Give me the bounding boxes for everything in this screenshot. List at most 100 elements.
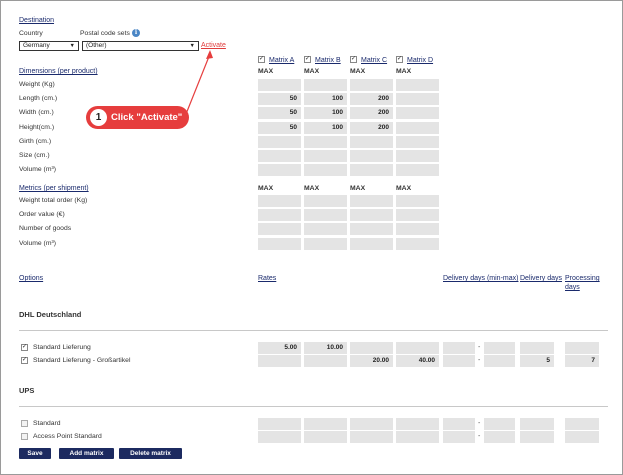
delivery-max-input[interactable] (484, 431, 515, 443)
delivery-max-input[interactable] (484, 418, 515, 430)
rate-input[interactable] (258, 431, 301, 443)
processing-days-input[interactable] (565, 431, 599, 443)
delivery-min-input[interactable] (443, 418, 475, 430)
matrix-value-input[interactable] (350, 237, 393, 250)
delivery-max-input[interactable] (484, 355, 515, 367)
rate-input[interactable]: 10.00 (304, 342, 347, 354)
matrix-value-input[interactable]: 100 (304, 107, 347, 120)
service-checkbox[interactable]: ✓ (21, 357, 28, 364)
matrix-value-input[interactable] (396, 195, 439, 207)
processing-days-input[interactable] (565, 342, 599, 354)
matrix-value-input[interactable] (304, 209, 347, 222)
matrix-value-input[interactable]: 50 (258, 107, 301, 120)
rate-input[interactable] (304, 355, 347, 367)
service-checkbox[interactable] (21, 433, 28, 440)
save-button[interactable]: Save (19, 448, 51, 459)
rate-input[interactable] (350, 431, 393, 443)
matrix-value-input[interactable] (350, 79, 393, 91)
delivery-min-input[interactable] (443, 431, 475, 443)
matrix-value-input[interactable]: 100 (304, 121, 347, 134)
rate-input[interactable] (396, 431, 439, 443)
delete-matrix-button[interactable]: Delete matrix (119, 448, 182, 459)
delivery-max-input[interactable] (484, 342, 515, 354)
divider (19, 406, 608, 407)
rate-input[interactable] (304, 431, 347, 443)
matrix-value-input[interactable] (304, 135, 347, 148)
matrix-value-input[interactable] (396, 135, 439, 148)
matrix-value-input[interactable] (396, 150, 439, 162)
matrix-value-input[interactable] (396, 209, 439, 222)
matrix-value-input[interactable]: 200 (350, 107, 393, 120)
matrix-value-input[interactable] (304, 237, 347, 250)
info-icon[interactable]: i (132, 29, 140, 37)
matrix-checkbox[interactable]: ✓ (304, 56, 311, 63)
matrix-value-input[interactable] (258, 164, 301, 177)
matrix-value-input[interactable] (258, 209, 301, 222)
matrix-value-input[interactable] (258, 195, 301, 207)
matrix-value-input[interactable] (304, 164, 347, 177)
matrix-value-input[interactable] (350, 150, 393, 162)
delivery-days-input[interactable] (520, 418, 554, 430)
matrix-value-input[interactable] (304, 223, 347, 236)
rate-input[interactable] (258, 418, 301, 430)
add-matrix-button[interactable]: Add matrix (59, 448, 114, 459)
matrix-value-input[interactable] (258, 223, 301, 236)
delivery-days-input[interactable]: 5 (520, 355, 554, 367)
matrix-value-input[interactable] (258, 150, 301, 162)
matrix-value-input[interactable] (258, 135, 301, 148)
matrix-value-input[interactable] (258, 79, 301, 91)
matrix-header-label[interactable]: Matrix B (315, 57, 341, 64)
matrix-value-input[interactable] (350, 223, 393, 236)
country-select[interactable]: Germany ▼ (19, 41, 79, 51)
matrix-value-input[interactable] (396, 223, 439, 236)
field-label: Weight total order (Kg) (19, 197, 88, 204)
matrix-value-input[interactable]: 50 (258, 93, 301, 106)
matrix-value-input[interactable]: 50 (258, 121, 301, 134)
options-header: Options (19, 275, 44, 282)
matrix-value-input[interactable] (396, 93, 439, 106)
rate-input[interactable] (304, 418, 347, 430)
matrix-value-input[interactable] (396, 121, 439, 134)
matrix-value-input[interactable]: 200 (350, 121, 393, 134)
matrix-header-label[interactable]: Matrix A (269, 57, 294, 64)
matrix-value-input[interactable]: 200 (350, 93, 393, 106)
matrix-value-input[interactable]: 100 (304, 93, 347, 106)
chevron-down-icon: ▼ (69, 43, 75, 49)
matrix-value-input[interactable] (396, 107, 439, 120)
matrix-value-input[interactable] (396, 237, 439, 250)
callout-number: 1 (90, 109, 107, 126)
processing-days-input[interactable]: 7 (565, 355, 599, 367)
matrix-value-input[interactable] (304, 195, 347, 207)
matrix-checkbox[interactable]: ✓ (350, 56, 357, 63)
matrix-value-input[interactable] (304, 150, 347, 162)
rate-input[interactable]: 5.00 (258, 342, 301, 354)
delivery-days-input[interactable] (520, 431, 554, 443)
matrix-checkbox[interactable]: ✓ (258, 56, 265, 63)
matrix-value-input[interactable] (350, 195, 393, 207)
matrix-value-input[interactable] (304, 79, 347, 91)
matrix-value-input[interactable] (350, 135, 393, 148)
max-label: MAX (350, 68, 366, 75)
matrix-header-label[interactable]: Matrix C (361, 57, 387, 64)
rate-input[interactable]: 40.00 (396, 355, 439, 367)
matrix-value-input[interactable] (396, 164, 439, 177)
carrier-name: DHL Deutschland (19, 310, 82, 319)
matrix-checkbox[interactable]: ✓ (396, 56, 403, 63)
processing-days-input[interactable] (565, 418, 599, 430)
matrix-value-input[interactable] (396, 79, 439, 91)
matrix-value-input[interactable] (258, 237, 301, 250)
delivery-min-input[interactable] (443, 355, 475, 367)
delivery-min-input[interactable] (443, 342, 475, 354)
rate-input[interactable]: 20.00 (350, 355, 393, 367)
service-checkbox[interactable]: ✓ (21, 344, 28, 351)
rate-input[interactable] (350, 418, 393, 430)
matrix-value-input[interactable] (350, 209, 393, 222)
rate-input[interactable] (258, 355, 301, 367)
delivery-days-input[interactable] (520, 342, 554, 354)
rate-input[interactable] (350, 342, 393, 354)
matrix-header-label[interactable]: Matrix D (407, 57, 433, 64)
rate-input[interactable] (396, 342, 439, 354)
rate-input[interactable] (396, 418, 439, 430)
service-checkbox[interactable] (21, 420, 28, 427)
matrix-value-input[interactable] (350, 164, 393, 177)
